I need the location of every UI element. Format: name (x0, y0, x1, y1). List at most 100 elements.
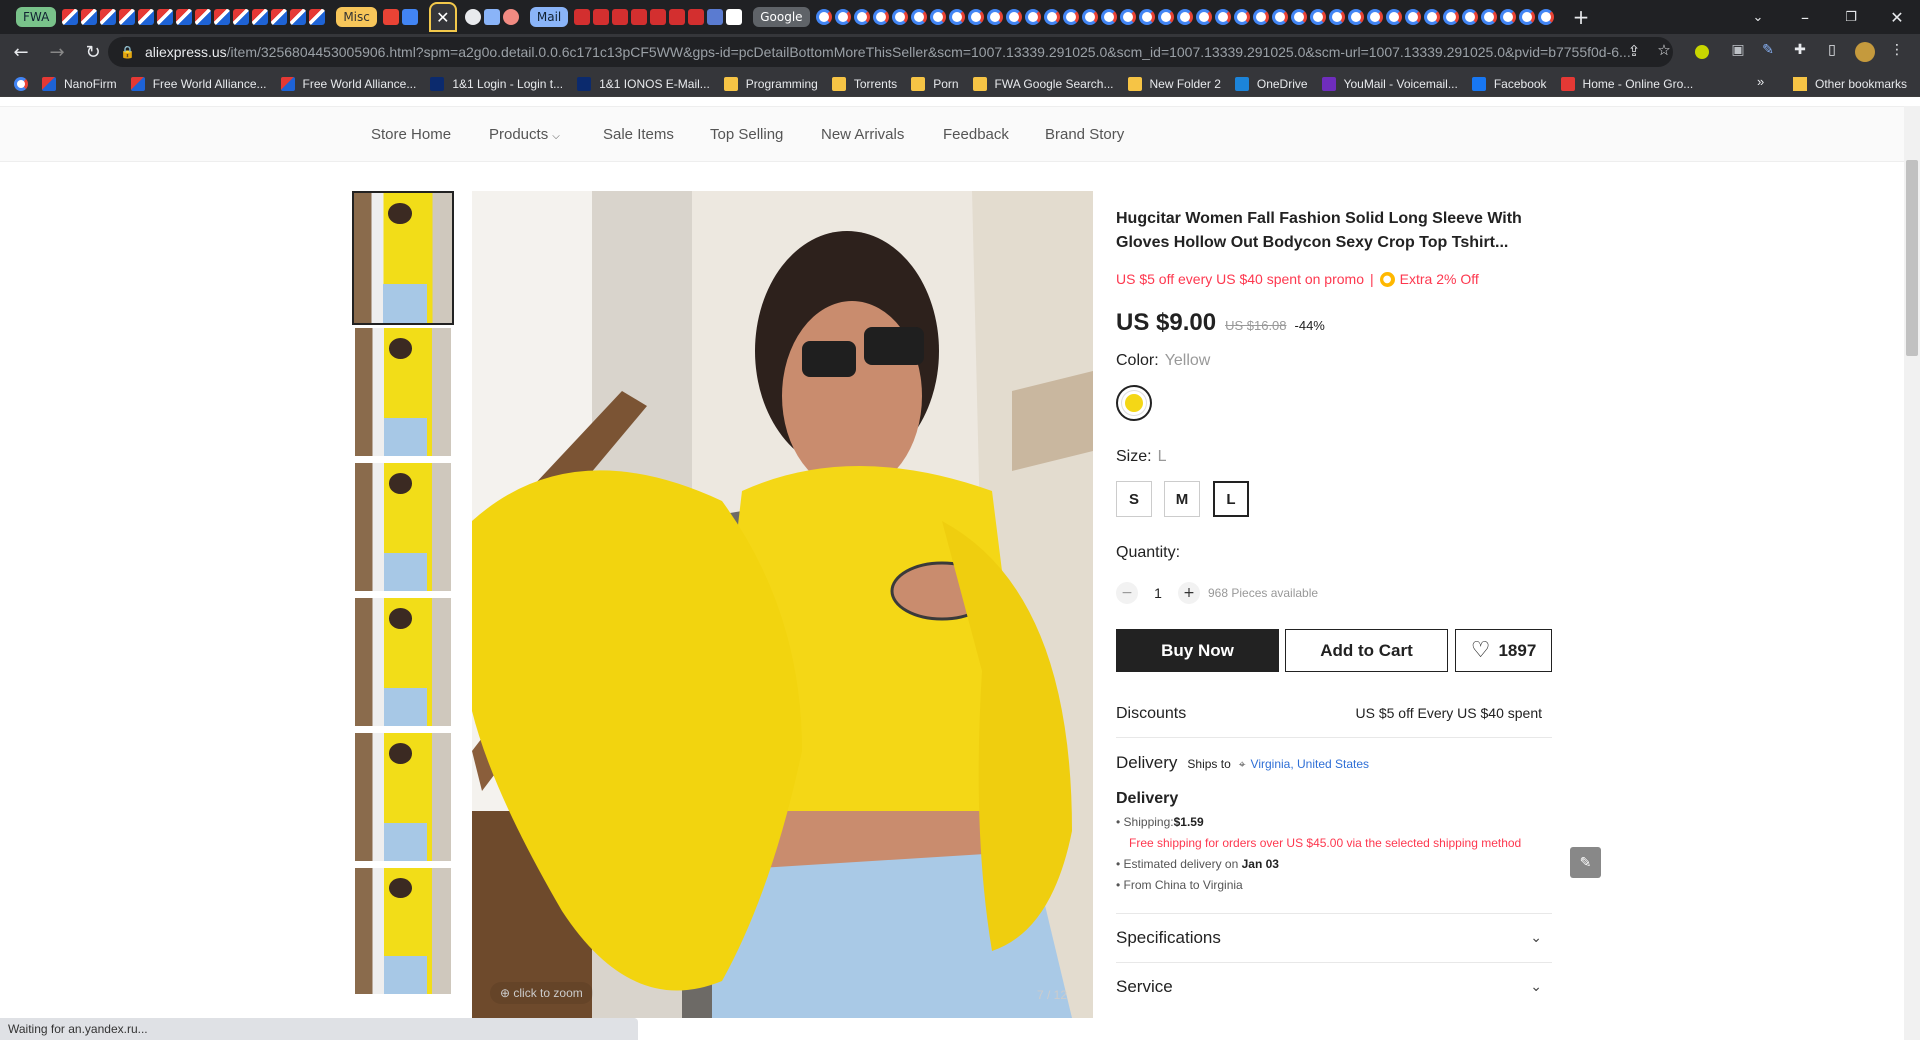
bookmark-free-world-alliance-1[interactable]: Free World Alliance... (130, 76, 267, 91)
bookmark-nanofirm[interactable]: NanoFirm (42, 76, 117, 91)
google-favicon[interactable] (1024, 9, 1041, 25)
nav-new-arrivals[interactable]: New Arrivals (821, 107, 904, 163)
fwa-favicon[interactable] (290, 9, 307, 25)
address-bar[interactable]: 🔒 aliexpress.us/item/3256804453005906.ht… (108, 37, 1673, 67)
quantity-increase-button[interactable]: + (1178, 582, 1200, 604)
extension-green-icon[interactable] (1695, 45, 1709, 59)
google-tab-favicons[interactable] (815, 9, 1557, 25)
extension-grey-icon[interactable]: ▣ (1728, 42, 1748, 62)
minimize-icon[interactable]: – (1782, 0, 1828, 34)
size-option-s[interactable]: S (1116, 481, 1152, 517)
bookmark-free-world-alliance-2[interactable]: Free World Alliance... (280, 76, 416, 91)
nav-store-home[interactable]: Store Home (371, 107, 451, 163)
tab-group-google[interactable]: Google (753, 7, 810, 27)
tab-group-fwa[interactable]: FWA (16, 7, 57, 27)
extension-pen-icon[interactable]: ✎ (1758, 42, 1778, 62)
quantity-decrease-button[interactable]: − (1116, 582, 1138, 604)
google-favicon[interactable] (1423, 9, 1440, 25)
fwa-favicon[interactable] (119, 9, 136, 25)
fwa-favicon[interactable] (176, 9, 193, 25)
google-favicon[interactable] (1461, 9, 1478, 25)
google-favicon[interactable] (1214, 9, 1231, 25)
mail-favicon[interactable] (593, 9, 610, 25)
google-favicon[interactable] (1157, 9, 1174, 25)
amazon-favicon[interactable] (726, 9, 743, 25)
google-favicon[interactable] (1005, 9, 1022, 25)
color-swatch-yellow[interactable] (1116, 385, 1152, 421)
gallery-thumbnail[interactable] (352, 191, 454, 325)
fwa-tab-favicons[interactable] (62, 9, 328, 25)
google-favicon[interactable] (1537, 9, 1554, 25)
reload-icon[interactable]: ↻ (78, 38, 108, 68)
google-favicon[interactable] (967, 9, 984, 25)
click-to-zoom-hint[interactable]: ⊕ click to zoom (490, 982, 593, 1004)
google-favicon[interactable] (1309, 9, 1326, 25)
bookmark-folder-fwa-google-search[interactable]: FWA Google Search... (972, 76, 1114, 91)
gallery-thumbnail[interactable] (355, 598, 451, 726)
bookmark-folder-new-folder-2[interactable]: New Folder 2 (1127, 76, 1221, 91)
calendar-favicon[interactable] (483, 9, 500, 25)
specifications-accordion[interactable]: Specifications ⌄ (1116, 914, 1552, 962)
fwa-favicon[interactable] (157, 9, 174, 25)
google-favicon[interactable] (1271, 9, 1288, 25)
fwa-favicon[interactable] (138, 9, 155, 25)
mail-favicon[interactable] (688, 9, 705, 25)
back-icon[interactable]: ← (6, 38, 36, 68)
fwa-favicon[interactable] (271, 9, 288, 25)
scrollbar-thumb[interactable] (1906, 160, 1918, 356)
mail-favicon[interactable] (669, 9, 686, 25)
active-tab-close-button[interactable]: ✕ (428, 2, 457, 32)
profile-avatar[interactable] (1855, 42, 1875, 62)
other-bookmarks-folder[interactable]: Other bookmarks (1793, 71, 1907, 97)
google-favicon[interactable] (891, 9, 908, 25)
google-favicon[interactable] (1043, 9, 1060, 25)
google-favicon[interactable] (1366, 9, 1383, 25)
bookmark-folder-programming[interactable]: Programming (723, 76, 818, 91)
fwa-favicon[interactable] (62, 9, 79, 25)
bookmark-youmail[interactable]: YouMail - Voicemail... (1321, 76, 1458, 91)
wishlist-button[interactable]: ♡ 1897 (1455, 629, 1552, 672)
bookmark-folder-porn[interactable]: Porn (911, 76, 959, 91)
google-favicon[interactable] (1347, 9, 1364, 25)
google-favicon[interactable] (1138, 9, 1155, 25)
new-tab-button[interactable]: + (1573, 5, 1590, 29)
bookmark-ionos-email[interactable]: 1&1 IONOS E-Mail... (577, 76, 710, 91)
tab-group-misc[interactable]: Misc (336, 7, 377, 27)
bookmark-star-icon[interactable]: ☆ (1654, 41, 1674, 61)
close-window-icon[interactable]: ✕ (1874, 0, 1920, 34)
google-favicon[interactable] (1100, 9, 1117, 25)
google-favicon[interactable] (1233, 9, 1250, 25)
red-app-favicon[interactable] (502, 9, 519, 25)
google-favicon[interactable] (1062, 9, 1079, 25)
discounts-value[interactable]: US $5 off Every US $40 spent (1300, 705, 1542, 721)
mail-favicon[interactable] (631, 9, 648, 25)
fwa-favicon[interactable] (309, 9, 326, 25)
tab-group-mail[interactable]: Mail (529, 7, 569, 27)
nav-brand-story[interactable]: Brand Story (1045, 107, 1124, 163)
gallery-thumbnail[interactable] (355, 868, 451, 994)
gallery-thumbnail[interactable] (355, 463, 451, 591)
mail-favicon[interactable] (574, 9, 591, 25)
misc-tab-favicons[interactable] (382, 9, 421, 25)
fwa-favicon[interactable] (81, 9, 98, 25)
main-product-image[interactable]: ⊕ click to zoom 7 / 12 (472, 191, 1093, 1018)
edit-pencil-icon[interactable]: ✎ (1570, 847, 1601, 878)
bookmark-onedrive[interactable]: OneDrive (1234, 76, 1308, 91)
forward-icon[interactable]: → (42, 38, 72, 68)
restore-icon[interactable]: ❐ (1828, 0, 1874, 34)
google-favicon[interactable] (1290, 9, 1307, 25)
google-favicon[interactable] (1328, 9, 1345, 25)
google-favicon[interactable] (853, 9, 870, 25)
google-favicon[interactable] (1195, 9, 1212, 25)
fwa-favicon[interactable] (214, 9, 231, 25)
google-favicon[interactable] (815, 9, 832, 25)
google-favicon[interactable] (986, 9, 1003, 25)
url-text[interactable]: aliexpress.us/item/3256804453005906.html… (145, 44, 1631, 60)
mail-tab-favicons[interactable] (574, 9, 745, 25)
google-favicon[interactable] (1442, 9, 1459, 25)
google-favicon[interactable] (948, 9, 965, 25)
gallery-thumbnail[interactable] (355, 733, 451, 861)
size-option-l[interactable]: L (1213, 481, 1249, 517)
bookmark-1and1-login[interactable]: 1&1 Login - Login t... (430, 76, 563, 91)
google-favicon[interactable] (1404, 9, 1421, 25)
